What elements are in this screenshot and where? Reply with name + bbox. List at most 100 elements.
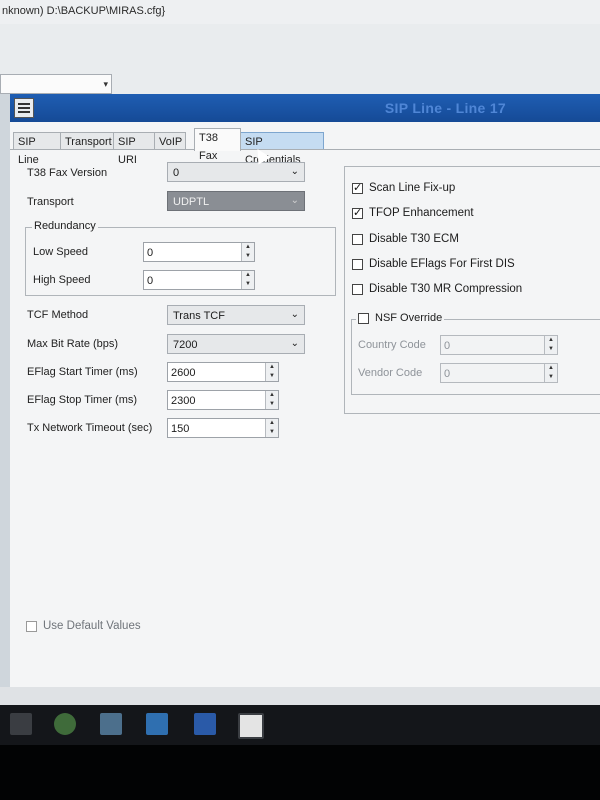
low-speed-label: Low Speed <box>33 246 89 258</box>
scan-line-label: Scan Line Fix-up <box>369 182 456 194</box>
country-code-stepper[interactable]: 0 ▲ ▼ <box>440 335 558 355</box>
nsf-override-label: NSF Override <box>375 312 443 324</box>
window-title: nknown) D:\BACKUP\MIRAS.cfg} <box>2 5 166 17</box>
menu-icon[interactable] <box>14 98 34 118</box>
transport-value: UDPTL <box>173 196 210 208</box>
chevron-down-icon: ⌄ <box>290 309 299 320</box>
app-icon[interactable] <box>238 713 264 739</box>
tx-timeout-stepper[interactable]: 150 ▲ ▼ <box>167 418 279 438</box>
tab-sip-credentials[interactable]: SIP Credentials <box>240 132 324 166</box>
low-speed-stepper[interactable]: 0 ▲ ▼ <box>143 242 255 262</box>
taskbar <box>0 705 600 745</box>
main-panel: SIP Line Transport SIP URI VoIP T38 Fax … <box>10 122 600 687</box>
use-default-values-checkbox[interactable]: Use Default Values <box>26 620 141 632</box>
country-code-value: 0 <box>444 340 451 352</box>
explorer-icon[interactable] <box>10 713 32 735</box>
tab-voip[interactable]: VoIP <box>154 132 186 150</box>
scan-line-checkbox[interactable]: Scan Line Fix-up <box>352 181 456 194</box>
stepper-buttons[interactable]: ▲ ▼ <box>265 391 278 409</box>
nsf-group: NSF Override Country Code 0 ▲ ▼ Vendor Co… <box>351 312 600 395</box>
checkbox-unchecked[interactable] <box>358 312 369 324</box>
toolbar-combo[interactable]: ▾ <box>0 74 112 94</box>
high-speed-value: 0 <box>147 275 154 287</box>
arrow-up-icon[interactable]: ▲ <box>545 336 557 345</box>
stepper-buttons[interactable]: ▲ ▼ <box>544 364 557 382</box>
arrow-down-icon[interactable]: ▼ <box>266 428 278 437</box>
arrow-down-icon[interactable]: ▼ <box>545 345 557 354</box>
arrow-up-icon[interactable]: ▲ <box>242 243 254 252</box>
tx-timeout-label: Tx Network Timeout (sec) <box>27 422 153 434</box>
stepper-buttons[interactable]: ▲ ▼ <box>265 363 278 381</box>
max-bit-rate-select[interactable]: 7200 ⌄ <box>167 334 305 354</box>
transport-label: Transport <box>27 196 74 208</box>
arrow-down-icon[interactable]: ▼ <box>545 373 557 382</box>
window-titlebar: nknown) D:\BACKUP\MIRAS.cfg} <box>0 0 600 25</box>
toolbar: ▾ <box>0 24 600 94</box>
arrow-down-icon[interactable]: ▼ <box>242 280 254 289</box>
arrow-down-icon[interactable]: ▼ <box>266 400 278 409</box>
arrow-down-icon[interactable]: ▼ <box>266 372 278 381</box>
arrow-up-icon[interactable]: ▲ <box>545 364 557 373</box>
vendor-code-stepper[interactable]: 0 ▲ ▼ <box>440 363 558 383</box>
tcf-method-select[interactable]: Trans TCF ⌄ <box>167 305 305 325</box>
nsf-override-checkbox[interactable]: NSF Override <box>356 312 445 324</box>
arrow-up-icon[interactable]: ▲ <box>266 363 278 372</box>
checkbox-checked[interactable] <box>352 206 363 219</box>
checkbox-unchecked[interactable] <box>352 283 363 295</box>
arrow-up-icon[interactable]: ▲ <box>266 391 278 400</box>
vscode-icon[interactable] <box>146 713 168 735</box>
tcf-method-label: TCF Method <box>27 309 89 321</box>
checkbox-unchecked[interactable] <box>352 233 363 245</box>
word-icon[interactable] <box>194 713 216 735</box>
disable-ecm-checkbox[interactable]: Disable T30 ECM <box>352 233 459 245</box>
t38-version-value: 0 <box>173 167 180 179</box>
tab-transport[interactable]: Transport <box>60 132 114 150</box>
disable-mr-label: Disable T30 MR Compression <box>369 283 523 295</box>
stepper-buttons[interactable]: ▲ ▼ <box>544 336 557 354</box>
chrome-icon[interactable] <box>54 713 76 735</box>
disable-eflags-checkbox[interactable]: Disable EFlags For First DIS <box>352 258 515 270</box>
eflag-start-value: 2600 <box>171 367 196 379</box>
disable-mr-checkbox[interactable]: Disable T30 MR Compression <box>352 283 522 295</box>
low-speed-value: 0 <box>147 247 154 259</box>
chevron-down-icon: ⌄ <box>290 338 299 349</box>
arrow-down-icon[interactable]: ▼ <box>242 252 254 261</box>
eflag-stop-stepper[interactable]: 2300 ▲ ▼ <box>167 390 279 410</box>
mail-icon[interactable] <box>100 713 122 735</box>
t38-version-select[interactable]: 0 ⌄ <box>167 162 305 182</box>
tab-sip-line[interactable]: SIP Line <box>13 132 61 166</box>
eflag-start-label: EFlag Start Timer (ms) <box>27 366 138 378</box>
checkbox-unchecked[interactable] <box>26 620 37 632</box>
stepper-buttons[interactable]: ▲ ▼ <box>241 271 254 289</box>
t38-version-label: T38 Fax Version <box>27 167 108 179</box>
tab-sip-uri[interactable]: SIP URI <box>113 132 155 166</box>
panel-bottom-edge <box>0 687 600 705</box>
redundancy-title: Redundancy <box>32 220 98 232</box>
tcf-method-value: Trans TCF <box>173 310 225 322</box>
tab-t38-fax[interactable]: T38 Fax <box>194 128 241 162</box>
high-speed-label: High Speed <box>33 274 91 286</box>
bottom-bezel <box>0 745 600 800</box>
chevron-down-icon: ⌄ <box>290 195 299 206</box>
stepper-buttons[interactable]: ▲ ▼ <box>265 419 278 437</box>
eflag-stop-label: EFlag Stop Timer (ms) <box>27 394 138 406</box>
stepper-buttons[interactable]: ▲ ▼ <box>241 243 254 261</box>
high-speed-stepper[interactable]: 0 ▲ ▼ <box>143 270 255 290</box>
eflag-start-stepper[interactable]: 2600 ▲ ▼ <box>167 362 279 382</box>
arrow-up-icon[interactable]: ▲ <box>242 271 254 280</box>
max-bit-rate-value: 7200 <box>173 339 198 351</box>
max-bit-rate-label: Max Bit Rate (bps) <box>27 338 119 350</box>
arrow-up-icon[interactable]: ▲ <box>266 419 278 428</box>
vendor-code-value: 0 <box>444 368 451 380</box>
transport-select[interactable]: UDPTL ⌄ <box>167 191 305 211</box>
checkbox-unchecked[interactable] <box>352 258 363 270</box>
redundancy-group: Redundancy Low Speed 0 ▲ ▼ High Speed 0 ▲… <box>25 220 336 296</box>
header-band: SIP Line - Line 17 <box>10 94 600 122</box>
country-code-label: Country Code <box>358 339 426 351</box>
tfop-checkbox[interactable]: TFOP Enhancement <box>352 206 474 219</box>
disable-ecm-label: Disable T30 ECM <box>369 233 459 245</box>
eflag-stop-value: 2300 <box>171 395 196 407</box>
chevron-down-icon: ⌄ <box>290 166 299 177</box>
tab-underline <box>10 149 600 150</box>
checkbox-checked[interactable] <box>352 181 363 194</box>
